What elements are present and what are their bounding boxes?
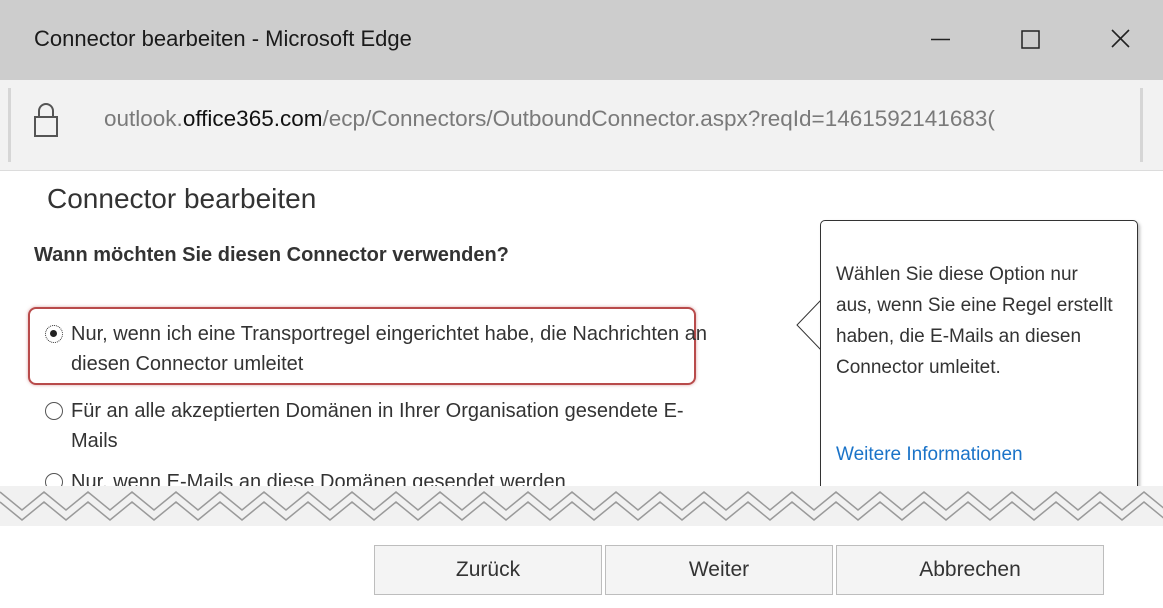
next-button[interactable]: Weiter: [605, 545, 833, 595]
radio-unselected-icon[interactable]: [45, 402, 63, 420]
back-button[interactable]: Zurück: [374, 545, 602, 595]
cancel-button[interactable]: Abbrechen: [836, 545, 1104, 595]
close-icon: [1111, 29, 1130, 48]
url-prefix: outlook.: [104, 106, 183, 131]
address-bar-right-edge: [1140, 88, 1143, 162]
torn-edge-divider: [0, 486, 1163, 526]
close-window-button[interactable]: [1080, 0, 1160, 80]
question-heading: Wann möchten Sie diesen Connector verwen…: [34, 244, 509, 266]
minimize-button[interactable]: [900, 0, 980, 80]
url-path: /ecp/Connectors/OutboundConnector.aspx?r…: [322, 106, 995, 131]
page-title: Connector bearbeiten: [47, 183, 317, 214]
minimize-icon: [931, 38, 950, 41]
lock-icon: [34, 103, 58, 137]
callout-pointer: [796, 300, 822, 350]
maximize-icon: [1021, 30, 1040, 49]
maximize-button[interactable]: [990, 0, 1070, 80]
address-bar: outlook.office365.com/ecp/Connectors/Out…: [0, 80, 1163, 171]
address-bar-left-edge: [8, 88, 11, 162]
url-display[interactable]: outlook.office365.com/ecp/Connectors/Out…: [104, 106, 1134, 138]
dialog-content: Connector bearbeiten Wann möchten Sie di…: [0, 171, 1163, 608]
option-label: Nur, wenn ich eine Transportregel einger…: [71, 323, 707, 375]
option-label: Für an alle akzeptierten Domänen in Ihre…: [71, 400, 684, 452]
radio-selected-icon[interactable]: [45, 325, 63, 343]
option-transport-rule[interactable]: Nur, wenn ich eine Transportregel einger…: [45, 319, 711, 379]
more-info-link[interactable]: Weitere Informationen: [836, 444, 1023, 466]
window-titlebar: Connector bearbeiten - Microsoft Edge: [0, 0, 1163, 80]
url-domain: office365.com: [182, 106, 323, 131]
option-all-accepted-domains[interactable]: Für an alle akzeptierten Domänen in Ihre…: [45, 396, 691, 456]
window-title: Connector bearbeiten - Microsoft Edge: [34, 26, 412, 51]
info-callout: Wählen Sie diese Option nur aus, wenn Si…: [820, 220, 1138, 492]
callout-text: Wählen Sie diese Option nur aus, wenn Si…: [836, 264, 1113, 378]
